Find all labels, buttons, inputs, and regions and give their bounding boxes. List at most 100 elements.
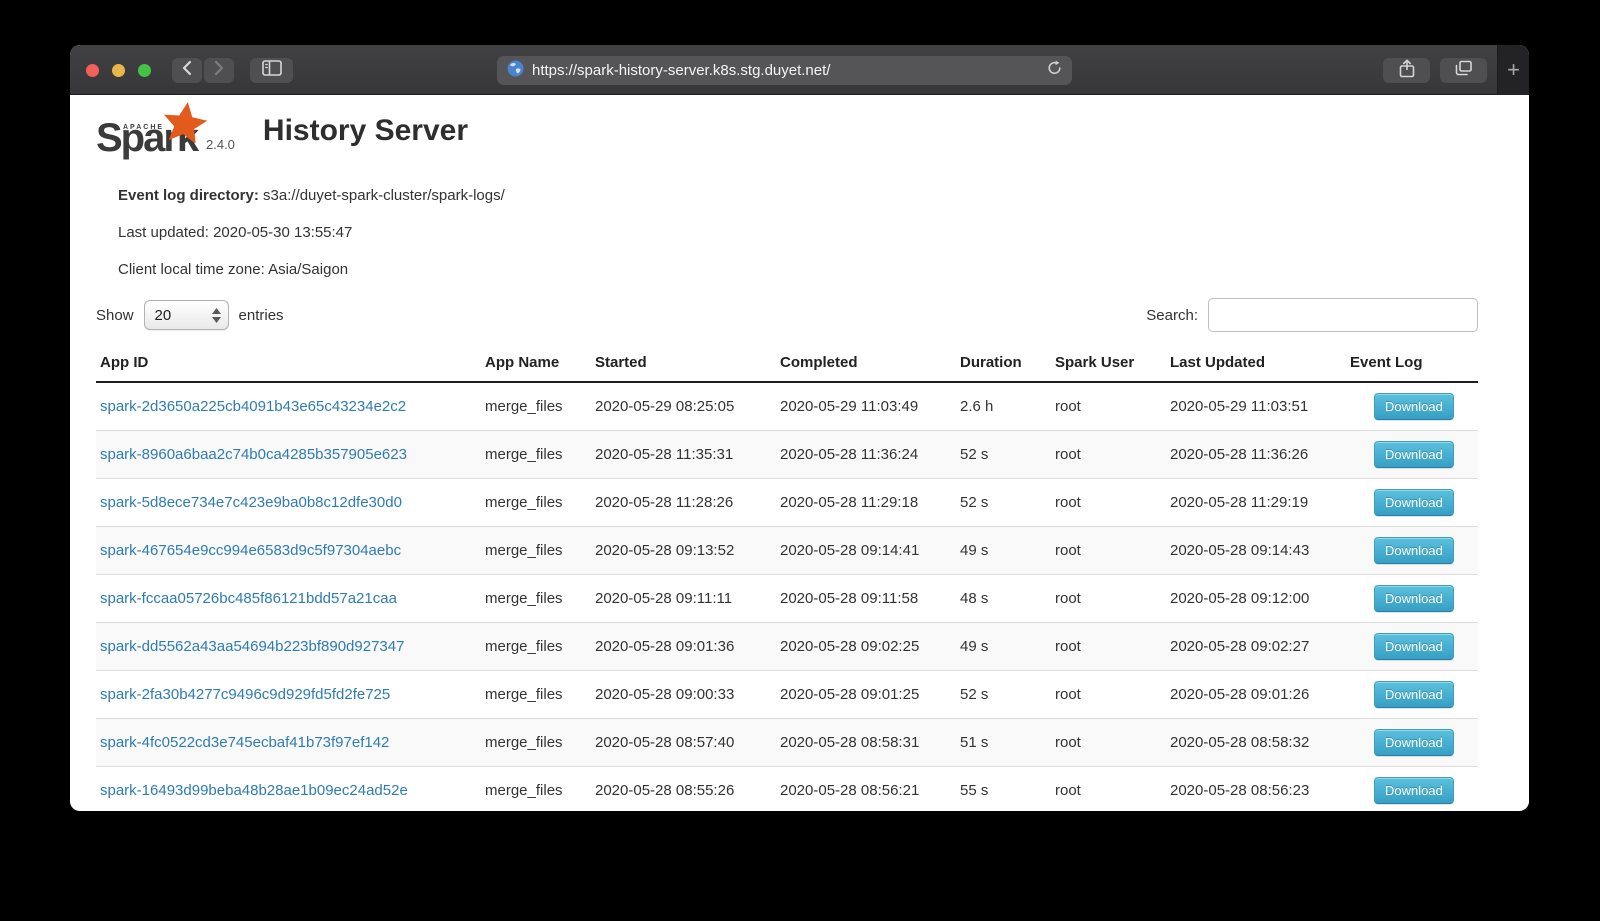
page-size-value: 20 bbox=[155, 307, 172, 324]
applications-table: App ID App Name Started Completed Durati… bbox=[96, 344, 1478, 810]
close-window-button[interactable] bbox=[86, 64, 99, 77]
minimize-window-button[interactable] bbox=[112, 64, 125, 77]
download-button[interactable]: Download bbox=[1374, 585, 1454, 612]
download-button[interactable]: Download bbox=[1374, 393, 1454, 420]
started-cell: 2020-05-28 11:28:26 bbox=[591, 479, 776, 527]
app-name-cell: merge_files bbox=[481, 623, 591, 671]
col-header-last-updated[interactable]: Last Updated bbox=[1166, 344, 1346, 382]
new-tab-button[interactable]: + bbox=[1497, 45, 1529, 95]
entries-label: entries bbox=[239, 307, 284, 324]
table-row: spark-2fa30b4277c9496c9d929fd5fd2fe725 m… bbox=[96, 671, 1478, 719]
app-id-link[interactable]: spark-16493d99beba48b28ae1b09ec24ad52e bbox=[100, 782, 408, 799]
zoom-window-button[interactable] bbox=[138, 64, 151, 77]
table-row: spark-2d3650a225cb4091b43e65c43234e2c2 m… bbox=[96, 382, 1478, 431]
duration-cell: 52 s bbox=[956, 431, 1051, 479]
app-name-cell: merge_files bbox=[481, 767, 591, 811]
last-updated-cell: 2020-05-28 09:12:00 bbox=[1166, 575, 1346, 623]
last-updated-cell: 2020-05-28 08:58:32 bbox=[1166, 719, 1346, 767]
completed-cell: 2020-05-28 09:01:25 bbox=[776, 671, 956, 719]
last-updated-cell: 2020-05-28 08:56:23 bbox=[1166, 767, 1346, 811]
back-button[interactable] bbox=[172, 58, 202, 83]
share-button[interactable] bbox=[1383, 58, 1430, 83]
duration-cell: 52 s bbox=[956, 671, 1051, 719]
started-cell: 2020-05-28 11:35:31 bbox=[591, 431, 776, 479]
started-cell: 2020-05-29 08:25:05 bbox=[591, 382, 776, 431]
spark-logo: APACHE Spark bbox=[96, 103, 196, 159]
app-id-link[interactable]: spark-2d3650a225cb4091b43e65c43234e2c2 bbox=[100, 398, 406, 415]
download-button[interactable]: Download bbox=[1374, 777, 1454, 804]
last-updated-cell: 2020-05-28 11:36:26 bbox=[1166, 431, 1346, 479]
download-button[interactable]: Download bbox=[1374, 729, 1454, 756]
plus-icon: + bbox=[1507, 57, 1520, 83]
last-updated-cell: 2020-05-28 09:02:27 bbox=[1166, 623, 1346, 671]
event-log-directory-value: s3a://duyet-spark-cluster/spark-logs/ bbox=[263, 187, 505, 204]
col-header-started[interactable]: Started bbox=[591, 344, 776, 382]
col-header-app-id[interactable]: App ID bbox=[96, 344, 481, 382]
completed-cell: 2020-05-28 11:29:18 bbox=[776, 479, 956, 527]
spark-star-icon bbox=[160, 101, 210, 148]
forward-button[interactable] bbox=[204, 58, 234, 83]
download-button[interactable]: Download bbox=[1374, 441, 1454, 468]
last-updated-cell: 2020-05-28 11:29:19 bbox=[1166, 479, 1346, 527]
share-icon bbox=[1399, 59, 1415, 83]
table-row: spark-5d8ece734e7c423e9ba0b8c12dfe30d0 m… bbox=[96, 479, 1478, 527]
app-id-link[interactable]: spark-4fc0522cd3e745ecbaf41b73f97ef142 bbox=[100, 734, 389, 751]
download-button[interactable]: Download bbox=[1374, 633, 1454, 660]
table-row: spark-467654e9cc994e6583d9c5f97304aebc m… bbox=[96, 527, 1478, 575]
spark-user-cell: root bbox=[1051, 431, 1166, 479]
select-stepper-icon bbox=[212, 308, 221, 323]
page-header: APACHE Spark 2.4.0 History Server bbox=[96, 103, 1478, 159]
page-size-select[interactable]: 20 bbox=[144, 300, 229, 330]
event-log-directory-line: Event log directory: s3a://duyet-spark-c… bbox=[118, 187, 1478, 204]
table-row: spark-dd5562a43aa54694b223bf890d927347 m… bbox=[96, 623, 1478, 671]
duration-cell: 48 s bbox=[956, 575, 1051, 623]
app-id-link[interactable]: spark-2fa30b4277c9496c9d929fd5fd2fe725 bbox=[100, 686, 390, 703]
show-entries-group: Show 20 entries bbox=[96, 300, 284, 330]
chevron-left-icon bbox=[182, 60, 192, 81]
completed-cell: 2020-05-29 11:03:49 bbox=[776, 382, 956, 431]
download-button[interactable]: Download bbox=[1374, 537, 1454, 564]
started-cell: 2020-05-28 09:13:52 bbox=[591, 527, 776, 575]
last-updated-cell: 2020-05-29 11:03:51 bbox=[1166, 382, 1346, 431]
search-input[interactable] bbox=[1208, 298, 1478, 332]
started-cell: 2020-05-28 08:57:40 bbox=[591, 719, 776, 767]
col-header-event-log[interactable]: Event Log bbox=[1346, 344, 1478, 382]
reload-icon[interactable] bbox=[1047, 60, 1062, 81]
spark-user-cell: root bbox=[1051, 527, 1166, 575]
info-block: Event log directory: s3a://duyet-spark-c… bbox=[118, 187, 1478, 278]
duration-cell: 49 s bbox=[956, 623, 1051, 671]
app-name-cell: merge_files bbox=[481, 479, 591, 527]
app-id-link[interactable]: spark-fccaa05726bc485f86121bdd57a21caa bbox=[100, 590, 397, 607]
duration-cell: 55 s bbox=[956, 767, 1051, 811]
col-header-app-name[interactable]: App Name bbox=[481, 344, 591, 382]
table-controls: Show 20 entries Search: bbox=[96, 298, 1478, 332]
app-name-cell: merge_files bbox=[481, 527, 591, 575]
url-bar[interactable]: https://spark-history-server.k8s.stg.duy… bbox=[497, 56, 1072, 85]
chevron-right-icon bbox=[214, 60, 224, 81]
app-id-link[interactable]: spark-467654e9cc994e6583d9c5f97304aebc bbox=[100, 542, 401, 559]
spark-user-cell: root bbox=[1051, 671, 1166, 719]
tab-overview-button[interactable] bbox=[1440, 58, 1487, 83]
search-label: Search: bbox=[1146, 307, 1198, 324]
app-name-cell: merge_files bbox=[481, 431, 591, 479]
browser-window: https://spark-history-server.k8s.stg.duy… bbox=[70, 45, 1529, 811]
table-row: spark-fccaa05726bc485f86121bdd57a21caa m… bbox=[96, 575, 1478, 623]
download-button[interactable]: Download bbox=[1374, 489, 1454, 516]
app-id-link[interactable]: spark-8960a6baa2c74b0ca4285b357905e623 bbox=[100, 446, 407, 463]
spark-user-cell: root bbox=[1051, 575, 1166, 623]
app-name-cell: merge_files bbox=[481, 671, 591, 719]
app-name-cell: merge_files bbox=[481, 575, 591, 623]
table-row: spark-16493d99beba48b28ae1b09ec24ad52e m… bbox=[96, 767, 1478, 811]
table-row: spark-8960a6baa2c74b0ca4285b357905e623 m… bbox=[96, 431, 1478, 479]
page-content: APACHE Spark 2.4.0 History Server Event … bbox=[70, 95, 1529, 810]
col-header-spark-user[interactable]: Spark User bbox=[1051, 344, 1166, 382]
completed-cell: 2020-05-28 11:36:24 bbox=[776, 431, 956, 479]
app-id-link[interactable]: spark-5d8ece734e7c423e9ba0b8c12dfe30d0 bbox=[100, 494, 402, 511]
download-button[interactable]: Download bbox=[1374, 681, 1454, 708]
col-header-completed[interactable]: Completed bbox=[776, 344, 956, 382]
app-id-link[interactable]: spark-dd5562a43aa54694b223bf890d927347 bbox=[100, 638, 404, 655]
spark-version: 2.4.0 bbox=[206, 137, 235, 152]
col-header-duration[interactable]: Duration bbox=[956, 344, 1051, 382]
sidebar-toggle-button[interactable] bbox=[250, 58, 293, 83]
spark-user-cell: root bbox=[1051, 479, 1166, 527]
